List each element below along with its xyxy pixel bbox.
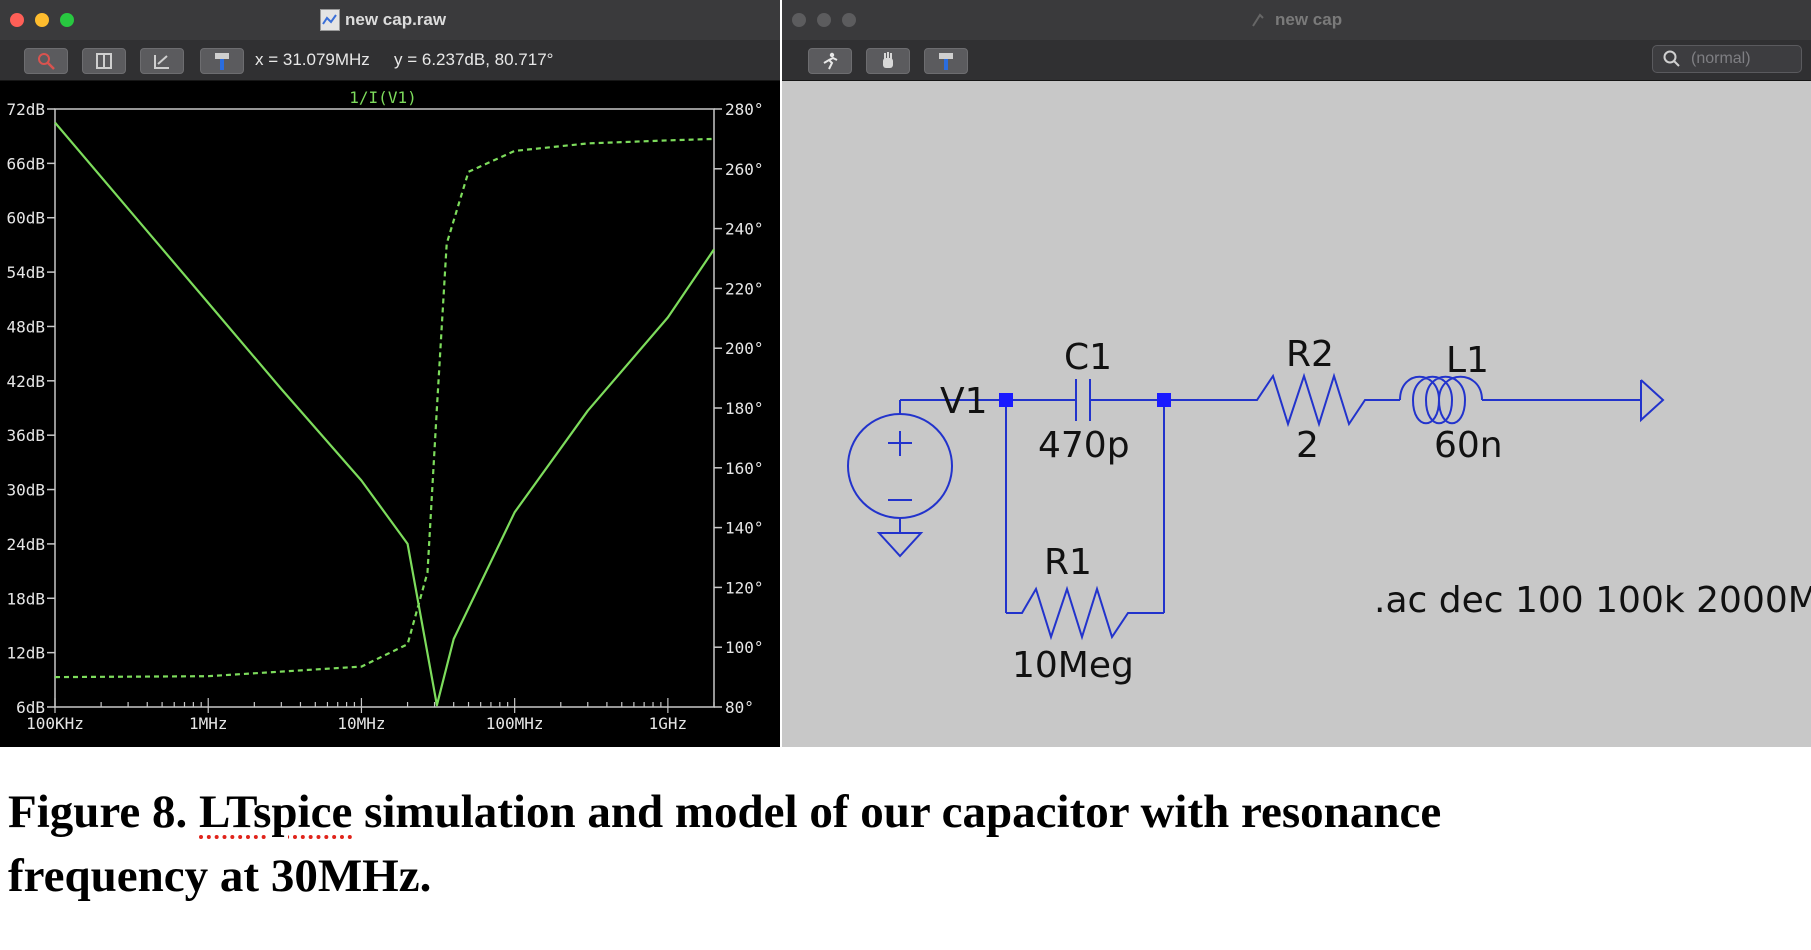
- x-tick-label: 100MHz: [486, 714, 544, 733]
- caption-line-2: frequency at 30MHz.: [8, 850, 432, 902]
- node-junction: [1157, 393, 1171, 407]
- x-tick-label: 10MHz: [337, 714, 385, 733]
- hammer-icon: [939, 53, 953, 70]
- hand-icon: [883, 52, 893, 68]
- y-left-tick-label: 30dB: [6, 481, 45, 500]
- magnifier-icon: [38, 53, 55, 70]
- y-right-tick-label: 100°: [725, 638, 764, 657]
- c1-name[interactable]: C1: [1064, 337, 1112, 378]
- r1-value[interactable]: 10Meg: [1012, 645, 1134, 686]
- waveform-window: new cap.raw x = 31.079MHz y = 6.237dB, 8…: [0, 0, 780, 747]
- cursor-x-readout: x = 31.079MHz: [255, 50, 370, 69]
- pan-button[interactable]: [866, 48, 910, 74]
- resistor-r2[interactable]: [1164, 372, 1400, 428]
- minimize-button[interactable]: [35, 13, 49, 27]
- node-junction: [999, 393, 1013, 407]
- y-right-tick-label: 260°: [725, 160, 764, 179]
- x-tick-label: 1MHz: [189, 714, 228, 733]
- r2-name[interactable]: R2: [1286, 334, 1334, 375]
- l1-value[interactable]: 60n: [1434, 425, 1503, 466]
- y-right-tick-label: 280°: [725, 100, 764, 119]
- caption-prefix: Figure 8.: [8, 786, 200, 838]
- window-title: new cap.raw: [345, 10, 447, 29]
- close-button-inactive[interactable]: [792, 13, 806, 27]
- y-left-tick-label: 24dB: [6, 535, 45, 554]
- axis-arrow-icon: [154, 55, 169, 69]
- y-left-tick-label: 48dB: [6, 317, 45, 336]
- waveform-toolbar: x = 31.079MHz y = 6.237dB, 80.717°: [0, 40, 780, 81]
- close-button[interactable]: [10, 13, 24, 27]
- zoom-button-inactive[interactable]: [842, 13, 856, 27]
- spice-directive[interactable]: .ac dec 100 100k 2000M: [1374, 580, 1811, 621]
- spellcheck-flagged-word[interactable]: LTspice: [199, 786, 352, 838]
- y-right-tick-label: 120°: [725, 578, 764, 597]
- y-left-tick-label: 72dB: [6, 100, 45, 119]
- magnitude-trace[interactable]: [54, 121, 715, 707]
- y-right-tick-label: 240°: [725, 220, 764, 239]
- y-right-tick-label: 140°: [725, 519, 764, 538]
- y-right-tick-label: 220°: [725, 279, 764, 298]
- r2-value[interactable]: 2: [1296, 425, 1319, 466]
- y-left-tick-label: 18dB: [6, 589, 45, 608]
- y-left-tick-label: 42dB: [6, 372, 45, 391]
- search-input[interactable]: [1689, 48, 1797, 70]
- figure-caption: Figure 8. LTspice simulation and model o…: [8, 780, 1798, 908]
- autorange-icon: [96, 53, 112, 69]
- schematic-doc-icon: [1250, 11, 1266, 29]
- caption-rest: simulation and model of our capacitor wi…: [352, 786, 1442, 838]
- phase-trace[interactable]: [54, 137, 715, 679]
- y-right-tick-label: 80°: [725, 698, 754, 717]
- y-left-tick-label: 36dB: [6, 426, 45, 445]
- v1-label[interactable]: V1: [940, 381, 988, 422]
- schematic-titlebar: new cap: [782, 0, 1811, 41]
- y-right-tick-label: 160°: [725, 459, 764, 478]
- ground-symbol: [876, 532, 924, 558]
- trace-label: 1/I(V1): [349, 88, 416, 107]
- cursor-y-readout: y = 6.237dB, 80.717°: [394, 50, 554, 69]
- y-right-tick-label: 200°: [725, 339, 764, 358]
- hammer-icon: [215, 53, 229, 70]
- x-tick-label: 1GHz: [649, 714, 688, 733]
- r1-name[interactable]: R1: [1044, 542, 1092, 583]
- caption-line-1: Figure 8. LTspice simulation and model o…: [8, 780, 1798, 844]
- pan-plot-button[interactable]: [140, 48, 184, 74]
- hammer-tool-button[interactable]: [200, 48, 244, 74]
- y-right-tick-label: 180°: [725, 399, 764, 418]
- y-left-tick-label: 60dB: [6, 209, 45, 228]
- running-man-icon: [823, 52, 838, 70]
- search-icon: [1663, 50, 1680, 67]
- y-left-tick-label: 54dB: [6, 263, 45, 282]
- autorange-button[interactable]: [82, 48, 126, 74]
- schematic-window: new cap (normal) V1 C1 470p R1 10Meg R2 …: [782, 0, 1811, 747]
- capacitor-c1[interactable]: [1006, 379, 1164, 421]
- window-title: new cap: [1275, 10, 1343, 29]
- zoom-to-rect-button[interactable]: [24, 48, 68, 74]
- x-tick-label: 100KHz: [26, 714, 84, 733]
- document-icon: [320, 9, 340, 31]
- search-box[interactable]: [1652, 45, 1802, 73]
- waveform-titlebar: new cap.raw: [0, 0, 780, 41]
- run-button[interactable]: [808, 48, 852, 74]
- y-left-tick-label: 12dB: [6, 644, 45, 663]
- inductor-l1[interactable]: [1399, 375, 1641, 425]
- bode-plot[interactable]: 1/I(V1) 72dB 66dB 60dB 54dB 48dB 42dB 36dB 30dB…: [0, 81, 780, 747]
- plot-frame: [54, 108, 715, 708]
- zoom-button[interactable]: [60, 13, 74, 27]
- schematic-canvas[interactable]: V1 C1 470p R1 10Meg R2 2 L1 60n .ac dec …: [782, 81, 1811, 747]
- schematic-toolbar: [782, 40, 1811, 81]
- l1-name[interactable]: L1: [1446, 340, 1489, 381]
- c1-value[interactable]: 470p: [1038, 425, 1130, 466]
- minimize-button-inactive[interactable]: [817, 13, 831, 27]
- output-port-arrow[interactable]: [1640, 379, 1665, 423]
- y-left-tick-label: 66dB: [6, 154, 45, 173]
- hammer-tool-button[interactable]: [924, 48, 968, 74]
